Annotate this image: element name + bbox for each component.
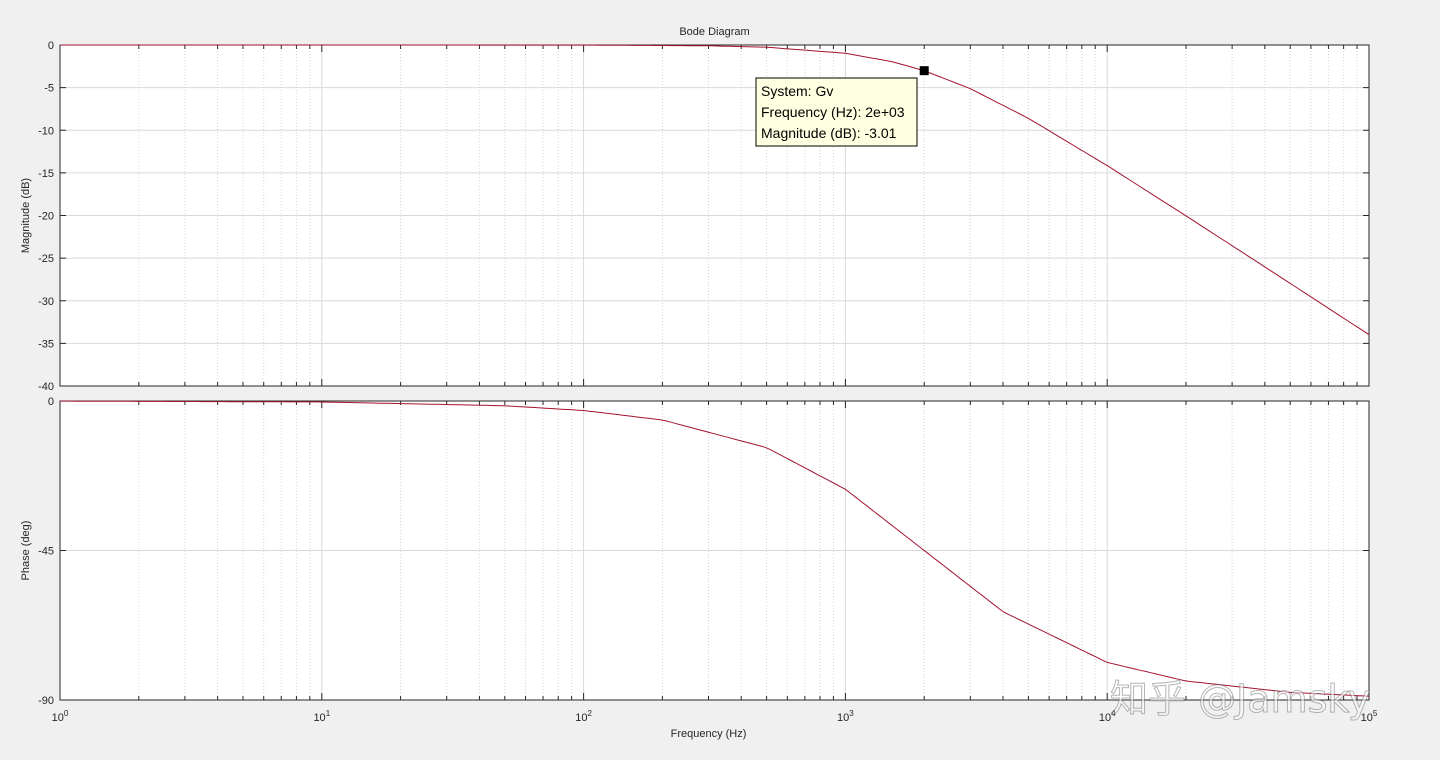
y-tick-label: -25 — [38, 253, 54, 265]
bode-diagram: Bode Diagram 0 -5 -10 -15 -20 -25 -30 -35 -40 0 -… — [20, 26, 1378, 740]
x-tick-label: 100 — [52, 709, 69, 724]
phase-axes: 0 -45 -90 — [38, 396, 1370, 707]
y-tick-label: -35 — [38, 338, 54, 350]
datatip-line-magnitude: Magnitude (dB): -3.01 — [761, 125, 897, 141]
x-tick-label: 101 — [313, 709, 330, 724]
y-tick-label: -30 — [38, 296, 54, 308]
watermark: 知乎 @Jamsky — [1110, 677, 1371, 721]
y-tick-label: -15 — [38, 168, 54, 180]
y-tick-label: -45 — [38, 546, 54, 558]
datatip[interactable]: System: Gv Frequency (Hz): 2e+03 Magnitu… — [755, 66, 929, 147]
x-tick-label: 105 — [1361, 709, 1378, 724]
y-tick-label: -40 — [38, 381, 54, 393]
magnitude-axes: 0 -5 -10 -15 -20 -25 -30 -35 -40 — [38, 40, 1370, 393]
x-tick-label: 104 — [1099, 709, 1116, 724]
datatip-line-frequency: Frequency (Hz): 2e+03 — [761, 104, 905, 120]
x-tick-label: 103 — [837, 709, 854, 724]
chart-title: Bode Diagram — [679, 26, 749, 38]
magnitude-ylabel: Magnitude (dB) — [20, 178, 32, 253]
y-tick-label: -10 — [38, 125, 54, 137]
datatip-marker[interactable] — [919, 66, 929, 76]
x-axis-label: Frequency (Hz) — [671, 728, 747, 740]
y-tick-label: 0 — [48, 40, 54, 52]
x-tick-label: 102 — [575, 709, 592, 724]
y-tick-label: -90 — [38, 695, 54, 707]
y-tick-label: 0 — [48, 396, 54, 408]
datatip-line-system: System: Gv — [761, 83, 833, 99]
phase-ylabel: Phase (deg) — [20, 521, 32, 581]
y-tick-label: -5 — [44, 83, 54, 95]
y-tick-label: -20 — [38, 211, 54, 223]
